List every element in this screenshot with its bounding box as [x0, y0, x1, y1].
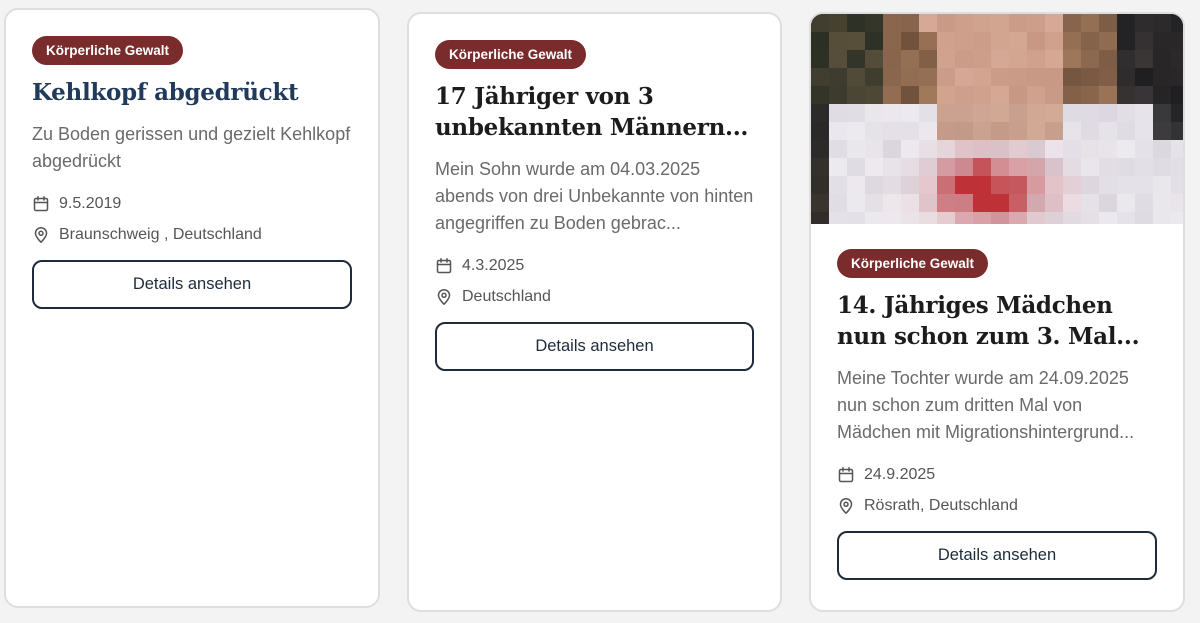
incident-card: Körperliche Gewalt 17 Jähriger von 3 unb… [407, 12, 782, 612]
card-date: 4.3.2025 [462, 257, 525, 274]
details-button[interactable]: Details ansehen [435, 322, 754, 371]
location-row: Braunschweig , Deutschland [32, 224, 352, 246]
card-location: Deutschland [462, 288, 551, 305]
card-description: Mein Sohn wurde am 04.03.2025 abends von… [435, 159, 754, 233]
card-image [811, 14, 1183, 224]
pixelated-photo [811, 14, 1183, 224]
card-date: 9.5.2019 [59, 195, 122, 212]
category-badge: Körperliche Gewalt [32, 36, 184, 65]
date-row: 9.5.2019 [32, 193, 352, 215]
card-date: 24.9.2025 [864, 466, 936, 483]
map-pin-icon [837, 497, 855, 515]
card-meta: 24.9.2025 Rösrath, Deutschland [837, 464, 1157, 517]
incident-card: Körperliche Gewalt 14. Jähriges Mädchen … [809, 12, 1185, 612]
location-row: Rösrath, Deutschland [837, 495, 1157, 517]
card-title: Kehlkopf abgedrückt [32, 79, 299, 106]
card-location: Rösrath, Deutschland [864, 497, 1018, 514]
map-pin-icon [435, 288, 453, 306]
card-body: Körperliche Gewalt Kehlkopf abgedrückt Z… [32, 36, 352, 309]
card-body: Körperliche Gewalt 14. Jähriges Mädchen … [837, 249, 1157, 580]
card-meta: 9.5.2019 Braunschweig , Deutschland [32, 193, 352, 246]
incident-card: Körperliche Gewalt Kehlkopf abgedrückt Z… [4, 8, 380, 608]
card-meta: 4.3.2025 Deutschland [435, 255, 754, 308]
location-row: Deutschland [435, 286, 754, 308]
category-badge: Körperliche Gewalt [837, 249, 989, 278]
calendar-icon [837, 466, 855, 484]
map-pin-icon [32, 226, 50, 244]
date-row: 24.9.2025 [837, 464, 1157, 486]
details-button[interactable]: Details ansehen [32, 260, 352, 309]
incident-card-grid: Körperliche Gewalt Kehlkopf abgedrückt Z… [0, 0, 1200, 623]
card-title: 17 Jähriger von 3 unbekannten Männern... [435, 83, 749, 141]
card-description: Meine Tochter wurde am 24.09.2025 nun sc… [837, 368, 1135, 442]
calendar-icon [32, 195, 50, 213]
card-description: Zu Boden gerissen und gezielt Kehlkopf a… [32, 124, 351, 171]
calendar-icon [435, 257, 453, 275]
card-title: 14. Jähriges Mädchen nun schon zum 3. Ma… [837, 292, 1140, 350]
details-button[interactable]: Details ansehen [837, 531, 1157, 580]
card-location: Braunschweig , Deutschland [59, 226, 262, 243]
date-row: 4.3.2025 [435, 255, 754, 277]
card-body: Körperliche Gewalt 17 Jähriger von 3 unb… [435, 40, 754, 371]
category-badge: Körperliche Gewalt [435, 40, 587, 69]
